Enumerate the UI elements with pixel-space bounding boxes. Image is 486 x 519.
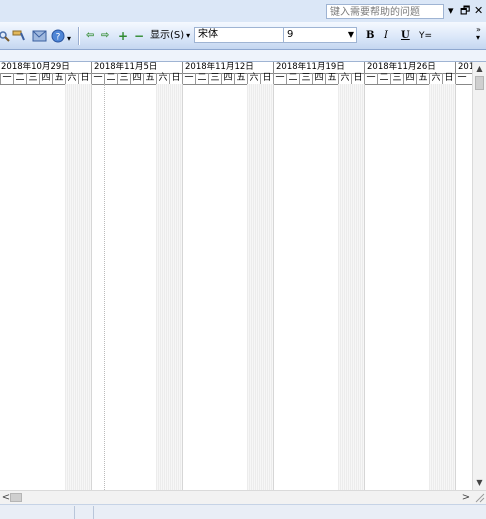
day-label: 日 — [169, 73, 182, 84]
day-label: 五 — [143, 73, 156, 84]
week-label: 201 — [455, 62, 472, 73]
week-gridline — [364, 84, 365, 490]
italic-button[interactable]: I — [384, 29, 388, 43]
day-label: 日 — [78, 73, 91, 84]
toolbar-overflow-icon[interactable]: » ▾ — [476, 26, 481, 42]
resize-grip-icon[interactable] — [474, 492, 485, 503]
day-label: 四 — [221, 73, 234, 84]
show-menu-arrow-icon: ▾ — [186, 31, 191, 40]
day-label: 六 — [429, 73, 442, 84]
day-label: 一 — [91, 73, 104, 84]
status-bar — [0, 504, 486, 519]
chevron-down-icon: ▼ — [347, 30, 354, 39]
font-size-select[interactable]: 9 ▼ — [283, 27, 357, 43]
day-label: 四 — [403, 73, 416, 84]
status-divider — [93, 506, 94, 519]
move-right-icon[interactable]: ⇨ — [101, 29, 109, 43]
day-label: 五 — [234, 73, 247, 84]
help-search-input[interactable]: 键入需要帮助的问题 — [326, 4, 444, 19]
show-menu-button[interactable]: 显示(S) ▾ — [150, 29, 190, 43]
day-label: 五 — [416, 73, 429, 84]
weekend-shading — [429, 84, 455, 490]
day-label: 五 — [325, 73, 338, 84]
scroll-right-icon[interactable]: > — [460, 491, 472, 504]
status-divider — [74, 506, 75, 519]
vertical-scroll-thumb[interactable] — [475, 76, 484, 90]
day-label: 日 — [260, 73, 273, 84]
day-label: 三 — [26, 73, 39, 84]
toolbar-options-icon[interactable]: ▾ — [67, 32, 71, 46]
day-label: 二 — [195, 73, 208, 84]
current-date-line — [104, 84, 105, 490]
weekend-shading — [156, 84, 182, 490]
day-label: 一 — [364, 73, 377, 84]
day-label: 三 — [208, 73, 221, 84]
font-size-value: 9 — [287, 29, 294, 40]
day-label: 六 — [65, 73, 78, 84]
format-painter-icon[interactable] — [12, 29, 26, 43]
day-label: 三 — [299, 73, 312, 84]
add-icon[interactable]: + — [118, 29, 128, 43]
weekend-shading — [338, 84, 364, 490]
week-label: 2018年11月5日 — [91, 62, 182, 73]
day-label: 二 — [104, 73, 117, 84]
week-label: 2018年10月29日 — [0, 62, 89, 73]
restore-window-icon[interactable]: 🗗 — [460, 4, 470, 18]
day-label: 日 — [442, 73, 455, 84]
day-label: 日 — [351, 73, 364, 84]
day-label: 一 — [0, 73, 13, 84]
gantt-chart-area[interactable]: 2018年10月29日一二三四五六日 2018年11月5日一二三四五六日 2018年… — [0, 62, 472, 490]
week-gridline — [273, 84, 274, 490]
vertical-scrollbar[interactable]: ▲ ▼ — [472, 62, 486, 490]
weekend-shading — [247, 84, 273, 490]
toolbar-separator — [78, 27, 80, 45]
entry-bar — [0, 50, 486, 62]
day-label: 六 — [156, 73, 169, 84]
day-label: 六 — [338, 73, 351, 84]
horizontal-scrollbar[interactable]: < > — [0, 490, 486, 504]
search-icon[interactable] — [0, 29, 10, 43]
week-label: 2018年11月26日 — [364, 62, 455, 73]
underline-button[interactable]: U — [401, 29, 410, 43]
help-icon[interactable]: ? — [51, 29, 65, 43]
day-label: 六 — [247, 73, 260, 84]
day-label: 五 — [52, 73, 65, 84]
menu-bar: 键入需要帮助的问题 ▾ 🗗 ✕ — [0, 0, 486, 22]
move-left-icon[interactable]: ⇦ — [86, 29, 94, 43]
week-gridline — [182, 84, 183, 490]
week-gridline — [455, 84, 456, 490]
day-label: 四 — [312, 73, 325, 84]
day-label: 二 — [377, 73, 390, 84]
scroll-down-icon[interactable]: ▼ — [473, 476, 486, 489]
day-label: 四 — [130, 73, 143, 84]
week-gridline — [91, 84, 92, 490]
day-label: 三 — [390, 73, 403, 84]
weekend-shading — [65, 84, 91, 490]
scroll-up-icon[interactable]: ▲ — [473, 62, 486, 75]
week-label: 2018年11月19日 — [273, 62, 364, 73]
show-menu-label: 显示(S) — [150, 30, 185, 41]
font-name-value: 宋体 — [198, 29, 218, 40]
week-label: 2018年11月12日 — [182, 62, 273, 73]
help-dropdown-icon[interactable]: ▾ — [448, 4, 454, 18]
formatting-toolbar: ? ▾ ⇦ ⇨ + − 显示(S)▾ 宋体 ▼ 9 ▼ B I U Y= »▾ — [0, 22, 486, 50]
horizontal-scroll-thumb[interactable] — [10, 493, 22, 502]
day-label: 一 — [455, 73, 468, 84]
day-label: 三 — [117, 73, 130, 84]
day-label: 一 — [182, 73, 195, 84]
day-label: 二 — [13, 73, 26, 84]
filter-button[interactable]: Y= — [419, 29, 432, 43]
day-label: 一 — [273, 73, 286, 84]
day-label: 二 — [286, 73, 299, 84]
remove-icon[interactable]: − — [134, 29, 144, 43]
mail-icon[interactable] — [32, 29, 48, 43]
svg-text:?: ? — [56, 33, 61, 43]
bold-button[interactable]: B — [366, 29, 374, 43]
day-label: 四 — [39, 73, 52, 84]
close-window-icon[interactable]: ✕ — [474, 4, 483, 18]
